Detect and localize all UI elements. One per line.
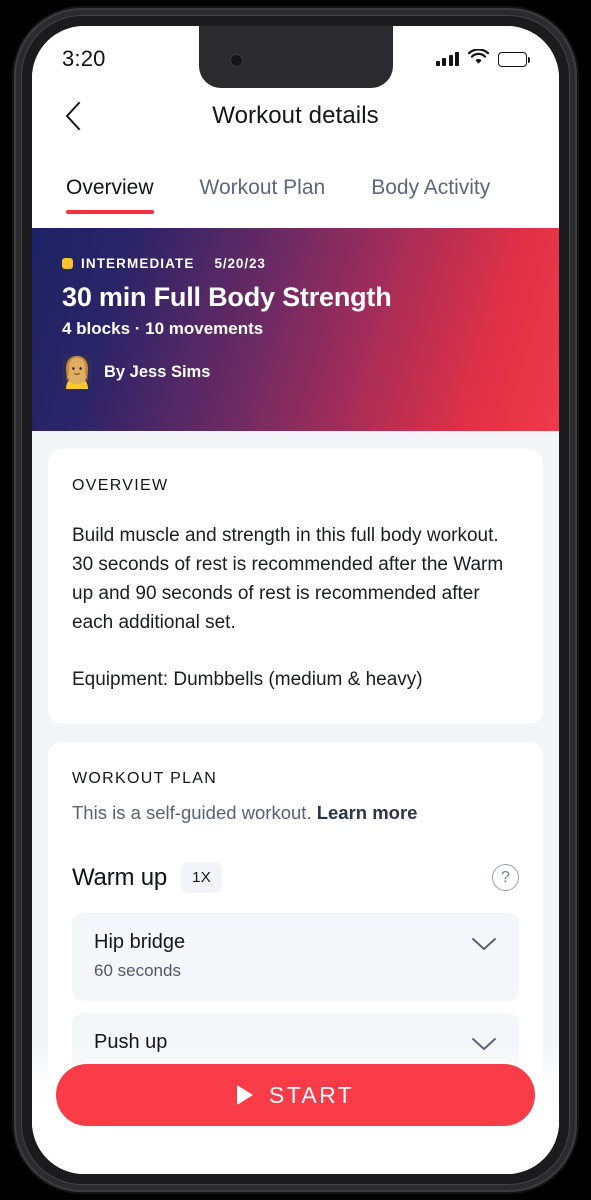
overview-paragraph-1: Build muscle and strength in this full b… [72, 525, 504, 633]
block-reps-badge: 1X [181, 862, 223, 893]
tab-workout-plan[interactable]: Workout Plan [200, 144, 326, 200]
difficulty-badge: INTERMEDIATE [62, 256, 194, 271]
block-title: Warm up [72, 863, 168, 891]
workout-plan-card-label: WORKOUT PLAN [72, 770, 218, 787]
status-bar-time: 3:20 [62, 46, 106, 71]
self-guided-note-text: This is a self-guided workout. [72, 802, 317, 823]
workout-subtitle: 4 blocks · 10 movements [62, 319, 264, 338]
instructor-name: By Jess Sims [104, 362, 211, 381]
block-header-warm-up: Warm up 1X ? [72, 862, 519, 893]
tab-overview[interactable]: Overview [66, 144, 154, 214]
chevron-down-icon[interactable] [471, 1037, 497, 1057]
back-button[interactable] [50, 93, 96, 139]
phone-notch [198, 26, 393, 88]
instructor-row[interactable]: By Jess Sims [62, 355, 529, 389]
learn-more-link[interactable]: Learn more [317, 802, 418, 823]
overview-card-label: OVERVIEW [72, 477, 169, 494]
workout-title: 30 min Full Body Strength [62, 282, 392, 312]
overview-card-body: Build muscle and strength in this full b… [72, 521, 519, 694]
exercise-name: Hip bridge [94, 931, 186, 953]
front-camera-icon [229, 54, 243, 67]
overview-paragraph-2: Equipment: Dumbbells (medium & heavy) [72, 669, 423, 690]
phone-frame: 3:20 Workout details Overview Workout Pl… [14, 8, 577, 1192]
chevron-left-icon [65, 101, 81, 131]
tab-bar: Overview Workout Plan Body Activity [32, 144, 559, 228]
battery-icon [498, 51, 531, 67]
exercise-name: Push up [94, 1031, 168, 1053]
hero-meta-row: INTERMEDIATE 5/20/23 [62, 256, 529, 271]
exercise-detail: 60 seconds [94, 961, 181, 980]
overview-card: OVERVIEW Build muscle and strength in th… [48, 449, 543, 724]
start-button-label: START [268, 1081, 355, 1108]
signal-bars-icon [435, 52, 459, 66]
page-title: Workout details [212, 102, 379, 129]
difficulty-label: INTERMEDIATE [81, 256, 195, 271]
help-circle-icon[interactable]: ? [492, 864, 519, 891]
self-guided-note: This is a self-guided workout. Learn mor… [72, 802, 519, 824]
wifi-icon [467, 47, 490, 70]
start-button[interactable]: START [56, 1064, 535, 1126]
difficulty-dot-icon [62, 258, 73, 269]
phone-screen: 3:20 Workout details Overview Workout Pl… [32, 26, 559, 1174]
workout-hero-banner: INTERMEDIATE 5/20/23 30 min Full Body St… [32, 228, 559, 431]
list-item[interactable]: Hip bridge 60 seconds [72, 913, 519, 1001]
play-icon [236, 1085, 253, 1105]
chevron-down-icon[interactable] [471, 937, 497, 957]
status-bar-icons [435, 45, 531, 70]
workout-date: 5/20/23 [214, 256, 266, 271]
tab-body-activity[interactable]: Body Activity [371, 144, 490, 200]
avatar [62, 355, 92, 389]
scroll-content[interactable]: INTERMEDIATE 5/20/23 30 min Full Body St… [32, 228, 559, 1174]
nav-bar: Workout details [32, 88, 559, 144]
